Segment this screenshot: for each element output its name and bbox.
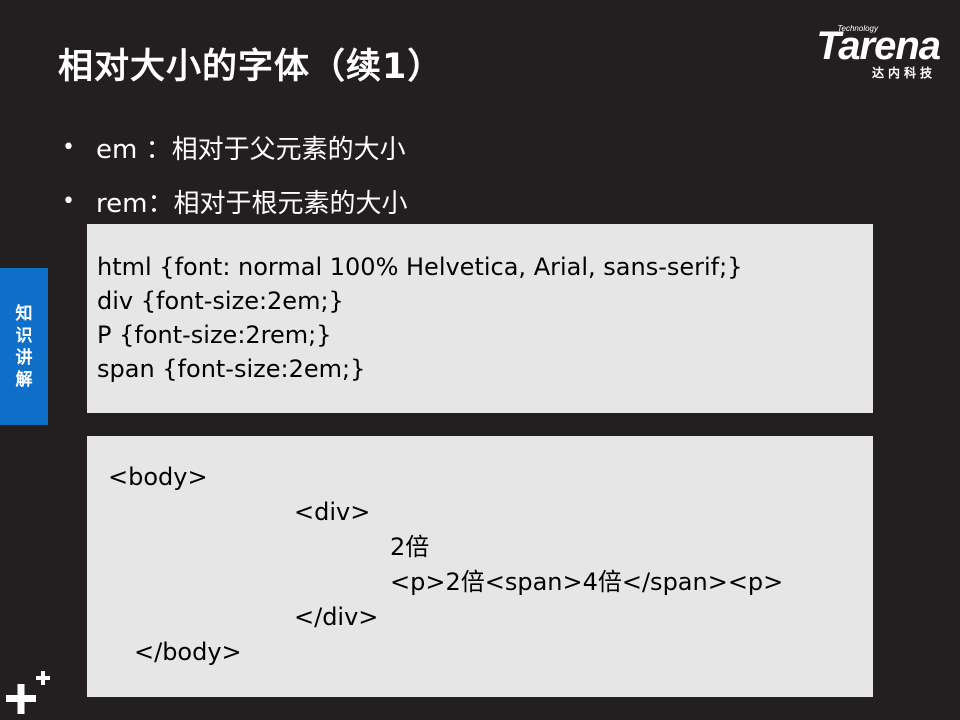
bullet-dot-icon: • bbox=[62, 134, 75, 160]
html-code-block: <body> <div> 2倍 <p>2倍<span>4倍</span><p> … bbox=[87, 436, 873, 697]
bullet-list: • em ：相对于父元素的大小 • rem：相对于根元素的大小 bbox=[62, 120, 407, 228]
html-code-line: </body> bbox=[134, 638, 242, 666]
side-tab-char: 知 bbox=[15, 303, 33, 324]
slide-title: 相对大小的字体（续1） bbox=[58, 47, 444, 87]
html-code-line: </div> bbox=[294, 603, 379, 631]
html-code-line: <p>2倍<span>4倍</span><p> bbox=[390, 568, 784, 596]
bullet-item-rem: • rem：相对于根元素的大小 bbox=[62, 174, 407, 228]
bullet-dot-icon: • bbox=[62, 188, 75, 214]
plus-plus-icon bbox=[6, 671, 50, 714]
bullet-item-em: • em ：相对于父元素的大小 bbox=[62, 120, 407, 174]
css-code-line: div {font-size:2em;} bbox=[97, 287, 344, 315]
css-code-block: html {font: normal 100% Helvetica, Arial… bbox=[87, 224, 873, 413]
bullet-text: em ：相对于父元素的大小 bbox=[96, 134, 406, 165]
side-tab-char: 解 bbox=[15, 369, 33, 390]
css-code-line: P {font-size:2rem;} bbox=[97, 321, 332, 349]
side-tab-char: 讲 bbox=[15, 347, 33, 368]
css-code-line: html {font: normal 100% Helvetica, Arial… bbox=[97, 253, 743, 281]
html-code-line: <body> bbox=[108, 463, 208, 491]
side-tab-knowledge: 知 识 讲 解 bbox=[0, 268, 48, 425]
html-code-line: 2倍 bbox=[390, 533, 430, 561]
side-tab-char: 识 bbox=[15, 325, 33, 346]
logo-brand-cn-text: 达内科技 bbox=[871, 66, 936, 80]
css-code-line: span {font-size:2em;} bbox=[97, 355, 366, 383]
tarena-logo: Technology Tarena 达内科技 bbox=[782, 22, 942, 82]
html-code-line: <div> bbox=[294, 498, 371, 526]
bullet-text: rem：相对于根元素的大小 bbox=[96, 188, 408, 219]
logo-brand-text: Tarena bbox=[816, 24, 941, 68]
